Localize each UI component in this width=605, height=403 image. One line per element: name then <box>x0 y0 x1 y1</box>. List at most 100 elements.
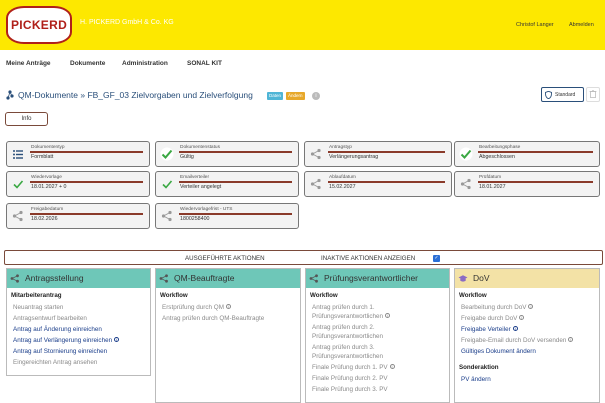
action-review-1[interactable]: Antrag prüfen durch 1. <box>312 304 375 311</box>
field-request-type: Antragstyp Verlängerungsantrag <box>304 141 452 167</box>
action-review-3-cont[interactable]: Prüfungsverantwortlichen <box>312 353 383 360</box>
info-button[interactable]: Info <box>5 112 48 126</box>
check-icon <box>459 147 473 161</box>
action-edit-draft[interactable]: Antragsentwurf bearbeiten <box>13 315 87 322</box>
field-value: 1800258400 <box>180 216 210 222</box>
nav-my-requests[interactable]: Meine Anträge <box>6 60 51 67</box>
action-final-review-1[interactable]: Finale Prüfung durch 1. PV i <box>312 364 395 371</box>
column-review-owner: Prüfungsverantwortlicher Workflow Antrag… <box>305 268 450 403</box>
field-label: Dokumententyp <box>31 145 65 150</box>
nav-documents[interactable]: Dokumente <box>70 60 105 67</box>
user-name[interactable]: Christof Langer <box>516 22 554 28</box>
field-document-type: Dokumententyp Formblatt <box>6 141 150 167</box>
action-send-release-email[interactable]: Freigabe-Email durch DoV versenden i <box>461 337 574 344</box>
info-icon[interactable]: i <box>568 337 574 342</box>
info-icon[interactable]: i <box>519 315 525 320</box>
field-expiry-date: Ablaufdatum 15.02.2027 <box>304 171 452 197</box>
section-title: Workflow <box>459 292 487 299</box>
action-extension-request[interactable]: Antrag auf Verlängerung einreichen i <box>13 337 120 344</box>
field-divider <box>30 151 143 153</box>
action-final-review-3[interactable]: Finale Prüfung durch 3. PV <box>312 386 388 393</box>
field-divider <box>179 151 292 153</box>
column-title: Prüfungsverantwortlicher <box>324 273 419 283</box>
info-icon[interactable]: i <box>114 337 120 342</box>
document-tree-icon <box>6 90 14 100</box>
actions-toggle-bar: AUSGEFÜHRTE AKTIONEN INAKTIVE AKTIONEN A… <box>4 250 603 265</box>
field-divider <box>179 213 292 215</box>
section-title: Workflow <box>160 292 188 299</box>
action-review-3[interactable]: Antrag prüfen durch 3. <box>312 344 375 351</box>
info-icon[interactable]: i <box>528 304 534 309</box>
share-icon <box>159 274 168 283</box>
action-view-request[interactable]: Eingereichten Antrag ansehen <box>13 359 97 366</box>
share-icon <box>309 274 318 283</box>
info-icon[interactable]: i <box>385 313 391 318</box>
action-cancellation-request[interactable]: Antrag auf Stornierung einreichen <box>13 348 107 355</box>
page-title: QM-Dokumente » FB_GF_03 Zielvorgaben und… <box>18 90 253 100</box>
inactive-actions-toggle[interactable]: INAKTIVE AKTIONEN ANZEIGEN <box>321 255 415 262</box>
column-header: QM-Beauftragte <box>156 269 300 288</box>
share-icon <box>10 274 19 283</box>
action-release-distribution[interactable]: Freigabe Verteiler i <box>461 326 518 333</box>
company-logo[interactable]: PICKERD <box>6 6 72 44</box>
action-label: Freigabe Verteiler <box>461 326 511 333</box>
info-icon[interactable]: i <box>312 92 320 100</box>
standard-button[interactable]: Standard <box>541 87 584 102</box>
logo-text: PICKERD <box>10 18 68 32</box>
action-new-request[interactable]: Neuantrag starten <box>13 304 63 311</box>
action-dov-edit[interactable]: Bearbeitung durch DoV i <box>461 304 534 311</box>
field-resubmission: Wiedervorlage 18.01.2027 + 0 <box>6 171 150 197</box>
field-email-distribution: Emailverteiler Verteiler angelegt <box>155 171 299 197</box>
action-final-review-2[interactable]: Finale Prüfung durch 2. PV <box>312 375 388 382</box>
action-review-2[interactable]: Antrag prüfen durch 2. <box>312 324 375 331</box>
check-icon <box>160 147 174 161</box>
info-icon[interactable]: i <box>225 304 231 309</box>
shield-icon <box>545 91 552 99</box>
section-title: Workflow <box>310 292 338 299</box>
action-dov-release[interactable]: Freigabe durch DoV i <box>461 315 525 322</box>
field-resubmission-uts: Wiedervorlagefrist - UTS 1800258400 <box>155 203 299 229</box>
field-divider <box>30 181 143 183</box>
page-title-bar: QM-Dokumente » FB_GF_03 Zielvorgaben und… <box>6 88 596 102</box>
field-label: Bearbeitungsphase <box>479 145 521 150</box>
action-review-2-cont[interactable]: Prüfungsverantwortlichen <box>312 333 383 340</box>
action-change-request[interactable]: Antrag auf Änderung einreichen <box>13 326 102 333</box>
action-initial-check[interactable]: Erstprüfung durch QM i <box>162 304 231 311</box>
status-badge-blue: Daten <box>267 92 284 100</box>
share-icon <box>310 148 321 160</box>
column-header: DoV <box>455 269 599 288</box>
column-header: Antragsstellung <box>7 269 150 288</box>
info-icon[interactable]: i <box>512 326 518 331</box>
field-value: 15.02.2027 <box>329 184 356 190</box>
action-qm-review[interactable]: Antrag prüfen durch QM-Beauftragte <box>162 315 264 322</box>
action-review-1-cont[interactable]: Prüfungsverantwortlichen i <box>312 313 391 320</box>
delete-button[interactable] <box>586 87 600 102</box>
column-title: Antragsstellung <box>25 273 84 283</box>
share-icon <box>310 178 321 190</box>
trash-icon <box>589 90 597 98</box>
inactive-actions-checkbox[interactable]: ✓ <box>433 255 440 262</box>
field-value: Verteiler angelegt <box>180 184 222 190</box>
field-value: 18.01.2027 <box>479 184 506 190</box>
info-icon[interactable]: i <box>389 364 395 369</box>
field-label: Freigabedatum <box>31 207 64 212</box>
logout-link[interactable]: Abmelden <box>569 22 594 28</box>
field-label: Antragstyp <box>329 145 352 150</box>
check-icon <box>162 180 173 189</box>
field-divider <box>328 181 445 183</box>
app-header: PICKERD H. PICKERD GmbH & Co. KG Christo… <box>0 0 605 50</box>
nav-sonal-kit[interactable]: SONAL KIT <box>187 60 222 67</box>
section-title-special: Sonderaktion <box>459 364 499 371</box>
action-label: Freigabe-Email durch DoV versenden <box>461 337 567 344</box>
action-label: Antrag auf Verlängerung einreichen <box>13 337 113 344</box>
field-divider <box>30 213 143 215</box>
list-icon <box>13 150 23 159</box>
action-change-valid-document[interactable]: Gültiges Dokument ändern <box>461 348 536 355</box>
action-change-pv[interactable]: PV ändern <box>461 376 491 383</box>
nav-administration[interactable]: Administration <box>122 60 168 67</box>
executed-actions-tab[interactable]: AUSGEFÜHRTE AKTIONEN <box>185 255 265 262</box>
field-value: 18.01.2027 + 0 <box>31 184 67 190</box>
section-title: Mitarbeiterantrag <box>11 292 62 299</box>
column-request: Antragsstellung Mitarbeiterantrag Neuant… <box>6 268 151 376</box>
share-icon <box>161 210 172 222</box>
